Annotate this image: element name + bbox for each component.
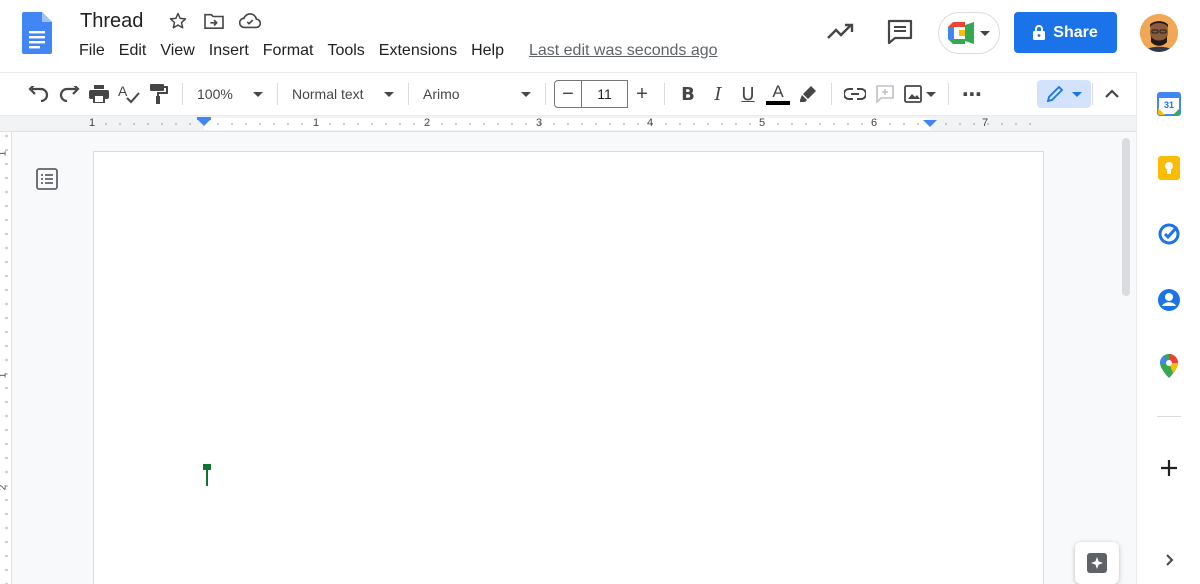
ruler-label: 1: [0, 151, 8, 157]
chevron-down-icon: [253, 91, 263, 97]
ruler-label: 2: [424, 117, 431, 129]
spellcheck-icon[interactable]: A: [114, 79, 144, 109]
menu-bar: File Edit View Insert Format Tools Exten…: [72, 42, 718, 60]
chevron-down-icon: [926, 91, 936, 97]
share-button[interactable]: Share: [1014, 12, 1117, 53]
ruler-label: 1: [313, 117, 320, 129]
font-size-stepper: − 11 +: [554, 80, 656, 108]
chevron-right-icon[interactable]: [1157, 548, 1181, 572]
svg-text:A: A: [118, 84, 128, 99]
italic-button[interactable]: I: [703, 79, 733, 109]
more-options-button[interactable]: ⋯: [957, 79, 987, 109]
increase-font-size-button[interactable]: +: [628, 80, 656, 108]
side-panel-divider: [1157, 416, 1181, 417]
style-select[interactable]: Normal text: [286, 79, 400, 109]
ruler-label: 1: [0, 373, 8, 379]
calendar-icon[interactable]: 31: [1157, 92, 1181, 116]
add-comment-icon[interactable]: [870, 79, 900, 109]
pencil-icon: [1046, 85, 1064, 103]
text-color-button[interactable]: A: [763, 79, 793, 109]
menu-view[interactable]: View: [153, 42, 201, 60]
explore-icon: [1087, 553, 1107, 573]
paint-format-icon[interactable]: [144, 79, 174, 109]
font-size-input[interactable]: 11: [582, 80, 628, 108]
ruler-label: 5: [759, 117, 766, 129]
zoom-value: 100%: [197, 86, 233, 102]
ruler-label: 7: [982, 117, 989, 129]
chevron-up-icon[interactable]: [1100, 82, 1124, 111]
move-folder-icon[interactable]: [202, 10, 226, 32]
chevron-down-icon: [980, 30, 990, 36]
redo-icon[interactable]: [54, 79, 84, 109]
chevron-down-icon: [521, 91, 531, 97]
comments-icon[interactable]: [886, 18, 914, 51]
menu-help[interactable]: Help: [464, 42, 511, 60]
decrease-font-size-button[interactable]: −: [554, 80, 582, 108]
vertical-ruler-marks: [5, 135, 8, 584]
cloud-saved-icon[interactable]: [238, 10, 262, 32]
menu-tools[interactable]: Tools: [320, 42, 371, 60]
calendar-day: 31: [1163, 100, 1174, 110]
undo-icon[interactable]: [24, 79, 54, 109]
ruler-label: 2: [0, 485, 8, 491]
keep-icon[interactable]: [1157, 156, 1181, 180]
star-icon[interactable]: [166, 10, 190, 32]
chevron-down-icon: [384, 91, 394, 97]
bold-button[interactable]: B: [673, 79, 703, 109]
menu-file[interactable]: File: [72, 42, 112, 60]
header: Thread File Edit View Insert Format Tool…: [0, 0, 1200, 72]
ruler-label: 3: [536, 117, 543, 129]
explore-button[interactable]: [1075, 542, 1119, 584]
outline-icon[interactable]: [36, 168, 58, 195]
underline-button[interactable]: U: [733, 79, 763, 109]
menu-extensions[interactable]: Extensions: [372, 42, 464, 60]
scrollbar[interactable]: [1122, 138, 1130, 296]
image-icon[interactable]: [900, 79, 940, 109]
zoom-select[interactable]: 100%: [191, 79, 269, 109]
ruler-marks: [91, 117, 1031, 130]
text-cursor: [203, 464, 211, 493]
lock-icon: [1033, 25, 1046, 40]
share-label: Share: [1053, 23, 1098, 41]
font-value: Arimo: [423, 86, 460, 102]
ruler-label: 4: [647, 117, 654, 129]
meet-button[interactable]: [938, 12, 1000, 54]
trending-icon[interactable]: [826, 19, 854, 48]
print-icon[interactable]: [84, 79, 114, 109]
toolbar: A 100% Normal text Arimo − 11 + B I U A …: [0, 72, 1136, 116]
style-value: Normal text: [292, 86, 364, 102]
editing-mode-button[interactable]: [1037, 80, 1091, 108]
meet-icon: [948, 22, 974, 44]
side-panel: 31: [1136, 72, 1200, 584]
document-page[interactable]: [93, 151, 1044, 584]
tasks-icon[interactable]: [1157, 222, 1181, 246]
document-title[interactable]: Thread: [80, 10, 143, 33]
maps-icon[interactable]: [1157, 354, 1181, 378]
avatar[interactable]: [1140, 14, 1178, 52]
menu-insert[interactable]: Insert: [202, 42, 256, 60]
contacts-icon[interactable]: [1157, 288, 1181, 312]
text-color-swatch: [766, 101, 790, 105]
menu-edit[interactable]: Edit: [112, 42, 154, 60]
font-select[interactable]: Arimo: [417, 79, 537, 109]
highlight-icon[interactable]: [793, 79, 823, 109]
ruler-label: 6: [871, 117, 878, 129]
text-color-glyph: A: [772, 82, 784, 101]
link-icon[interactable]: [840, 79, 870, 109]
docs-logo-icon[interactable]: [22, 12, 52, 54]
vertical-ruler[interactable]: 1 1 2: [0, 132, 12, 584]
add-icon[interactable]: [1157, 456, 1181, 480]
ruler-label: 1: [89, 117, 96, 129]
last-edit-link[interactable]: Last edit was seconds ago: [529, 42, 718, 60]
horizontal-ruler[interactable]: 1 1 2 3 4 5 6 7: [0, 116, 1136, 132]
chevron-down-icon: [1072, 91, 1082, 97]
menu-format[interactable]: Format: [256, 42, 321, 60]
